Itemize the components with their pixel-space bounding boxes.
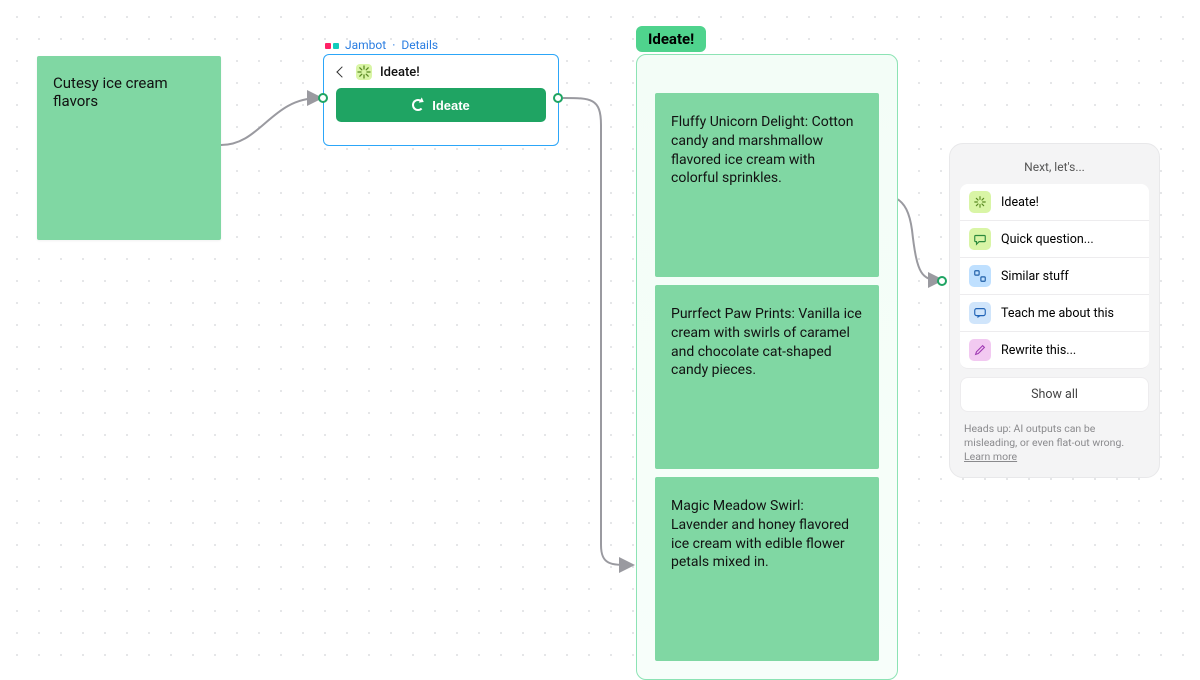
results-badge-text: Ideate!	[648, 30, 694, 48]
chat-bubble-icon	[969, 228, 991, 250]
next-action-similar-stuff[interactable]: Similar stuff	[960, 258, 1149, 295]
result-card[interactable]: Fluffy Unicorn Delight: Cotton candy and…	[655, 93, 879, 277]
ideate-button[interactable]: Ideate	[336, 88, 546, 122]
jambot-widget[interactable]: Ideate! Ideate	[323, 54, 559, 146]
next-show-all-label: Show all	[1031, 387, 1078, 402]
results-panel[interactable]: Fluffy Unicorn Delight: Cotton candy and…	[636, 54, 898, 680]
next-actions-title: Next, let's...	[960, 156, 1149, 184]
result-card-text: Fluffy Unicorn Delight: Cotton candy and…	[671, 114, 853, 186]
next-action-teach-me[interactable]: Teach me about this	[960, 295, 1149, 332]
pencil-icon	[969, 339, 991, 361]
ai-disclaimer-text: Heads up: AI outputs can be misleading, …	[964, 422, 1124, 449]
chat-writing-icon	[969, 302, 991, 324]
widget-head: Ideate!	[336, 64, 546, 88]
sticky-note-input[interactable]: Cutesy ice cream flavors	[37, 56, 221, 240]
next-action-ideate[interactable]: Ideate!	[960, 184, 1149, 221]
ideate-icon	[969, 191, 991, 213]
widget-port-right[interactable]	[553, 93, 563, 103]
next-action-label: Similar stuff	[1001, 269, 1069, 284]
widget-details-link[interactable]: Details	[401, 38, 438, 52]
separator-dot: ·	[392, 38, 395, 52]
squares-icon	[969, 265, 991, 287]
next-action-quick-question[interactable]: Quick question...	[960, 221, 1149, 258]
next-action-label: Rewrite this...	[1001, 343, 1076, 358]
next-action-label: Quick question...	[1001, 232, 1094, 247]
next-actions-panel: Next, let's... Ideate! Quick question...	[949, 143, 1160, 478]
widget-brand-link[interactable]: Jambot	[345, 38, 386, 52]
sticky-note-text: Cutesy ice cream flavors	[53, 74, 168, 110]
next-show-all-button[interactable]: Show all	[960, 377, 1149, 412]
result-card-text: Magic Meadow Swirl: Lavender and honey f…	[671, 498, 849, 570]
widget-header-row: Jambot · Details	[325, 38, 438, 52]
next-action-label: Ideate!	[1001, 195, 1039, 210]
result-card[interactable]: Purrfect Paw Prints: Vanilla ice cream w…	[655, 285, 879, 469]
ai-disclaimer: Heads up: AI outputs can be misleading, …	[960, 412, 1149, 467]
ideate-icon	[356, 64, 372, 80]
result-card[interactable]: Magic Meadow Swirl: Lavender and honey f…	[655, 477, 879, 661]
learn-more-link[interactable]: Learn more	[964, 450, 1017, 463]
refresh-icon	[412, 99, 424, 111]
back-chevron-icon[interactable]	[336, 66, 347, 77]
results-badge: Ideate!	[636, 26, 706, 52]
next-panel-port[interactable]	[937, 276, 947, 286]
result-card-text: Purrfect Paw Prints: Vanilla ice cream w…	[671, 306, 862, 378]
widget-port-left[interactable]	[318, 93, 328, 103]
ideate-button-label: Ideate	[432, 98, 470, 113]
next-action-rewrite[interactable]: Rewrite this...	[960, 332, 1149, 369]
widget-title: Ideate!	[380, 65, 420, 80]
next-action-label: Teach me about this	[1001, 306, 1114, 321]
jambot-logo-icon	[325, 40, 339, 50]
